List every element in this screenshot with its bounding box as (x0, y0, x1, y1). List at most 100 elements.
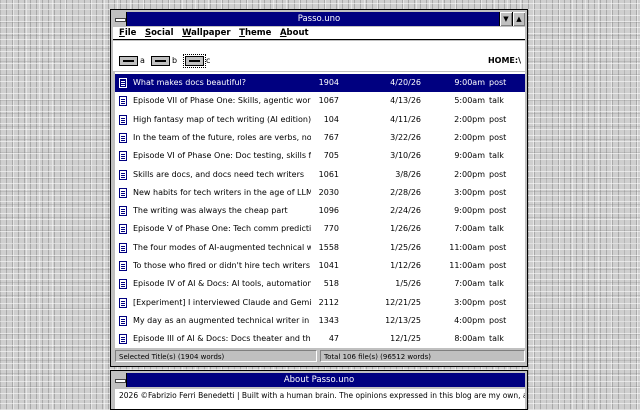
drive-icon (119, 56, 138, 66)
post-time: 9:00am (454, 78, 485, 87)
word-count: 767 (323, 132, 339, 142)
post-time: 4:00pm (454, 315, 485, 325)
document-icon (119, 242, 127, 253)
post-title: My day as an augmented technical writer … (133, 315, 311, 325)
document-icon (119, 315, 127, 326)
status-selected: Selected Title(s) (1904 words) (115, 350, 317, 362)
word-count: 2112 (318, 297, 339, 307)
menu-bar: File Social Wallpaper Theme About (113, 27, 525, 40)
about-window-title: About Passo.uno (283, 375, 355, 385)
post-type: post (489, 206, 507, 216)
list-item[interactable]: New habits for tech writers in the age o… (115, 184, 525, 202)
menu-social[interactable]: Social (145, 27, 174, 39)
post-title: To those who fired or didn't hire tech w… (133, 261, 311, 270)
menu-file[interactable]: File (119, 27, 136, 39)
post-title: Episode VI of Phase One: Doc testing, sk… (133, 151, 311, 161)
document-icon (119, 297, 127, 308)
post-type: talk (489, 279, 504, 289)
list-item[interactable]: In the team of the future, roles are ver… (115, 129, 525, 147)
list-item[interactable]: Episode VII of Phase One: Skills, agenti… (115, 92, 525, 110)
post-type: post (489, 132, 507, 142)
post-date: 2/28/26 (390, 187, 421, 197)
word-count: 770 (323, 224, 339, 234)
list-item[interactable]: The four modes of AI-augmented technical… (115, 239, 525, 257)
status-bar: Selected Title(s) (1904 words) Total 106… (113, 348, 525, 364)
word-count: 1904 (318, 78, 339, 87)
menu-wallpaper[interactable]: Wallpaper (182, 27, 231, 39)
list-item[interactable]: The writing was always the cheap part 109… (115, 202, 525, 220)
post-type: post (489, 78, 507, 87)
post-date: 12/21/25 (385, 297, 421, 307)
document-icon (119, 206, 127, 217)
post-type: post (489, 261, 507, 270)
document-icon (119, 114, 127, 125)
about-text: 2026 ©Fabrizio Ferri Benedetti | Built w… (115, 389, 525, 409)
list-item[interactable]: What makes docs beautiful? 1904 4/20/26 9:0… (115, 74, 525, 92)
word-count: 518 (323, 279, 339, 289)
post-list[interactable]: What makes docs beautiful? 1904 4/20/26 9:0… (115, 72, 525, 350)
post-time: 7:00am (454, 224, 485, 234)
about-system-menu-button[interactable] (113, 373, 127, 387)
document-icon (119, 132, 127, 143)
list-item[interactable]: Episode VI of Phase One: Doc testing, sk… (115, 147, 525, 165)
post-time: 2:00pm (454, 169, 485, 179)
word-count: 1061 (318, 169, 339, 179)
word-count: 47 (328, 334, 339, 344)
drive-toolbar: a b c HOME:\ (113, 41, 525, 71)
list-item[interactable]: My day as an augmented technical writer … (115, 312, 525, 330)
post-type: talk (489, 334, 504, 344)
post-date: 1/25/26 (390, 242, 421, 252)
word-count: 104 (323, 114, 339, 124)
about-title-bar[interactable]: About Passo.uno (113, 373, 525, 387)
current-path: HOME:\ (487, 56, 521, 65)
post-date: 2/24/26 (390, 206, 421, 216)
list-item[interactable]: To those who fired or didn't hire tech w… (115, 257, 525, 275)
post-time: 11:00am (449, 242, 485, 252)
post-title: The four modes of AI-augmented technical… (133, 242, 311, 252)
list-item[interactable]: Skills are docs, and docs need tech writ… (115, 166, 525, 184)
post-time: 7:00am (454, 279, 485, 289)
maximize-button[interactable]: ▲ (512, 12, 525, 26)
document-icon (119, 151, 127, 162)
post-title: New habits for tech writers in the age o… (133, 187, 311, 197)
post-title: High fantasy map of tech writing (AI edi… (133, 114, 311, 124)
post-time: 3:00pm (454, 187, 485, 197)
post-type: post (489, 297, 507, 307)
post-date: 4/11/26 (390, 114, 421, 124)
word-count: 1558 (318, 242, 339, 252)
post-title: [Experiment] I interviewed Claude and Ge… (133, 297, 311, 307)
title-bar[interactable]: Passo.uno ▼ ▲ (113, 12, 525, 26)
menu-about[interactable]: About (280, 27, 309, 39)
post-date: 4/13/26 (390, 96, 421, 106)
list-item[interactable]: High fantasy map of tech writing (AI edi… (115, 111, 525, 129)
post-type: talk (489, 151, 504, 161)
system-menu-button[interactable] (113, 12, 127, 26)
post-title: What makes docs beautiful? (133, 78, 247, 87)
post-title: Episode VII of Phase One: Skills, agenti… (133, 96, 311, 106)
post-title: Episode IV of AI & Docs: AI tools, autom… (133, 279, 311, 289)
document-icon (119, 261, 127, 271)
drive-icon (183, 54, 206, 68)
menu-theme[interactable]: Theme (239, 27, 271, 39)
post-type: talk (489, 224, 504, 234)
post-date: 3/22/26 (390, 132, 421, 142)
list-item[interactable]: Episode IV of AI & Docs: AI tools, autom… (115, 275, 525, 293)
word-count: 1067 (318, 96, 339, 106)
list-item[interactable]: [Experiment] I interviewed Claude and Ge… (115, 294, 525, 312)
post-date: 1/12/26 (390, 261, 421, 270)
post-title: Episode III of AI & Docs: Docs theater a… (133, 334, 311, 344)
word-count: 705 (323, 151, 339, 161)
post-title: Episode V of Phase One: Tech comm predic… (133, 224, 311, 234)
document-icon (119, 78, 127, 88)
post-date: 1/26/26 (390, 224, 421, 234)
post-time: 9:00pm (454, 206, 485, 216)
list-item[interactable]: Episode V of Phase One: Tech comm predic… (115, 220, 525, 238)
main-window: Passo.uno ▼ ▲ File Social Wallpaper Them… (110, 9, 528, 367)
post-time: 5:00am (454, 96, 485, 106)
post-type: post (489, 114, 507, 124)
post-time: 3:00pm (454, 297, 485, 307)
minimize-button[interactable]: ▼ (499, 12, 512, 26)
post-title: Skills are docs, and docs need tech writ… (133, 169, 305, 179)
list-item[interactable]: Episode III of AI & Docs: Docs theater a… (115, 330, 525, 348)
word-count: 1343 (318, 315, 339, 325)
